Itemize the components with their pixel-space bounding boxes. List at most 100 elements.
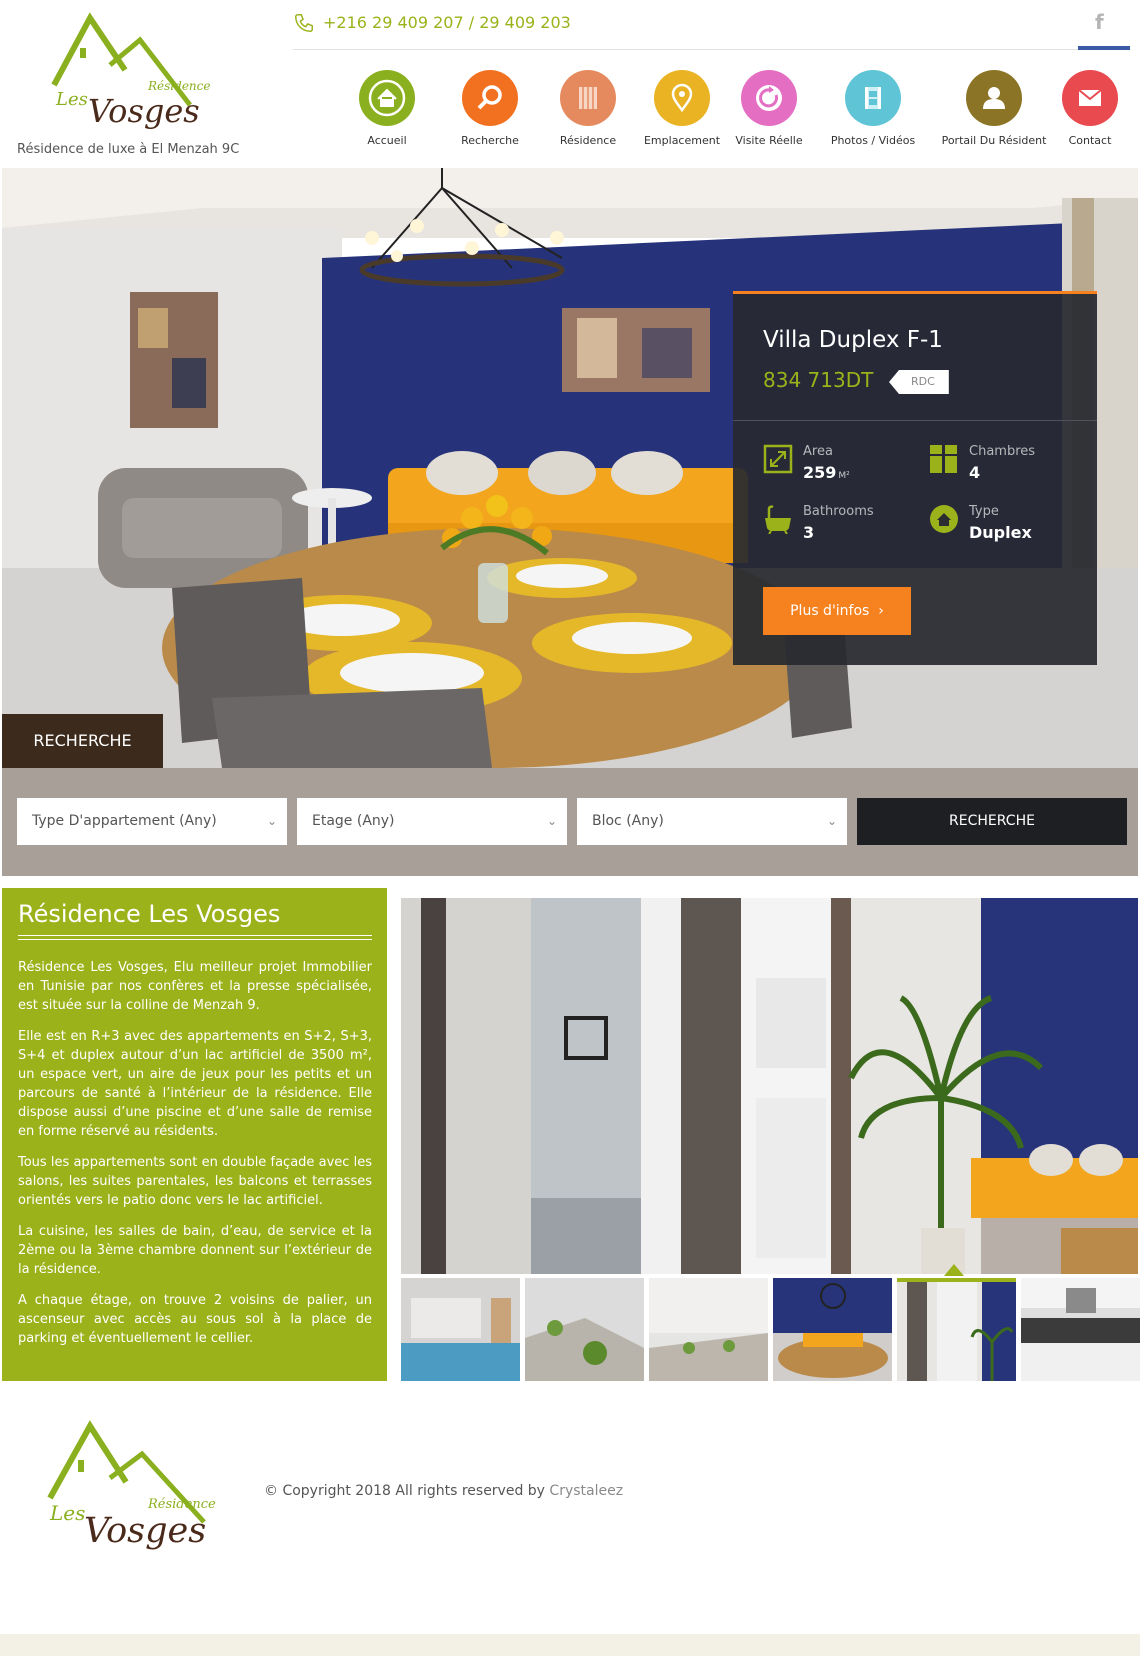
select-label: Type D'appartement (Any): [32, 813, 217, 829]
area-value: 259 M²: [803, 463, 850, 482]
property-card: Villa Duplex F-1 834 713DT RDC Area 259 M…: [733, 291, 1097, 665]
bathrooms-label: Bathrooms: [803, 504, 874, 519]
area-number: 259: [803, 463, 837, 482]
floor-select[interactable]: Etage (Any) ⌄: [297, 798, 567, 845]
about-paragraph: A chaque étage, on trouve 2 voisins de p…: [18, 1293, 372, 1346]
more-info-label: Plus d'infos: [790, 603, 870, 619]
spec-bathrooms: Bathrooms 3: [763, 504, 913, 548]
chevron-down-icon: ⌄: [546, 814, 557, 828]
logo-text-les: Les: [55, 89, 88, 110]
property-title: Villa Duplex F-1: [763, 327, 943, 353]
bottom-strip: [0, 1634, 1140, 1656]
chevron-down-icon: ⌄: [266, 814, 277, 828]
nav-label: Recherche: [461, 134, 519, 147]
map-pin-icon: [654, 70, 710, 126]
nav-label: Visite Réelle: [735, 134, 803, 147]
thumbnail-kitchen[interactable]: [1021, 1278, 1140, 1381]
thumbnail-pool[interactable]: [401, 1278, 520, 1381]
title-rule: [18, 935, 372, 936]
logo-text-main: Vosges: [84, 1511, 206, 1551]
phone-icon: [295, 14, 313, 32]
refresh-icon: [741, 70, 797, 126]
logo-text-main: Vosges: [88, 92, 200, 130]
about-title: Résidence Les Vosges: [18, 900, 281, 928]
nav-label: Contact: [1068, 134, 1112, 147]
thumbnail-garden[interactable]: [649, 1278, 768, 1381]
film-icon: [845, 70, 901, 126]
facebook-button[interactable]: f: [1078, 0, 1130, 50]
area-unit: M²: [838, 471, 850, 481]
footer-logo-graphic: Résidences Les Vosges: [47, 1420, 223, 1551]
about-text: Résidence Les Vosges, Elu meilleur proje…: [18, 958, 372, 1360]
nav-label: Portail Du Résident: [941, 134, 1047, 147]
area-label: Area: [803, 444, 833, 459]
thumbnail-dining[interactable]: [773, 1278, 892, 1381]
nav-item-portail-resident[interactable]: Portail Du Résident: [939, 70, 1049, 147]
thumbnail-hallway[interactable]: [897, 1278, 1016, 1381]
more-info-button[interactable]: Plus d'infos ›: [763, 587, 911, 635]
nav-item-accueil[interactable]: Accueil: [332, 70, 442, 147]
title-rule: [18, 939, 372, 940]
thumbnail-patio[interactable]: [525, 1278, 644, 1381]
about-paragraph: La cuisine, les salles de bain, d’eau, d…: [18, 1224, 372, 1277]
credit-link[interactable]: Crystaleez: [549, 1483, 623, 1499]
hero-slider: Villa Duplex F-1 834 713DT RDC Area 259 M…: [2, 168, 1138, 768]
type-label: Type: [969, 504, 999, 519]
search-tab[interactable]: RECHERCHE: [2, 714, 163, 768]
phone-number[interactable]: +216 29 409 207 / 29 409 203: [323, 13, 571, 32]
bathtub-icon: [765, 505, 791, 534]
type-value: Duplex: [969, 523, 1032, 542]
facebook-icon: f: [1095, 10, 1104, 34]
floor-badge: RDC: [889, 370, 949, 394]
contact-bar: +216 29 409 207 / 29 409 203 f: [293, 0, 1130, 50]
logo-text-les: Les: [49, 1501, 85, 1525]
logo-text-top: Résidences: [147, 1497, 216, 1512]
building-icon: [560, 70, 616, 126]
logo-text-top: Résidences: [147, 79, 210, 93]
nav-label: Accueil: [367, 134, 407, 147]
gallery-photo: [401, 898, 1138, 1274]
about-paragraph: Résidence Les Vosges, Elu meilleur proje…: [18, 960, 372, 1013]
nav-item-contact[interactable]: Contact: [1035, 70, 1140, 147]
chambres-value: 4: [969, 463, 981, 482]
gallery-main-image[interactable]: [401, 898, 1138, 1274]
rooms-icon: [930, 445, 957, 473]
nav-item-visite-reelle[interactable]: Visite Réelle: [714, 70, 824, 147]
home-icon: [359, 70, 415, 126]
spec-chambres: Chambres 4: [929, 444, 1079, 488]
property-price: 834 713DT: [763, 368, 874, 392]
area-icon: [763, 444, 793, 474]
chevron-down-icon: ⌄: [826, 814, 837, 828]
about-section: Résidence Les Vosges Résidence Les Vosge…: [2, 888, 387, 1381]
logo[interactable]: Résidences Les Vosges: [50, 10, 217, 140]
tagline: Résidence de luxe à El Menzah 9C: [17, 142, 240, 157]
house-type-icon: [930, 505, 958, 533]
search-button[interactable]: RECHERCHE: [857, 798, 1127, 845]
block-select[interactable]: Bloc (Any) ⌄: [577, 798, 847, 845]
about-paragraph: Elle est en R+3 avec des appartements en…: [18, 1029, 372, 1139]
spec-area: Area 259 M²: [763, 444, 913, 488]
select-label: Etage (Any): [312, 813, 395, 829]
user-icon: [966, 70, 1022, 126]
spec-type: Type Duplex: [929, 504, 1079, 548]
logo-graphic: Résidences Les Vosges: [51, 12, 217, 130]
card-divider: [733, 420, 1097, 421]
copyright-text: © Copyright 2018 All rights reserved by: [264, 1483, 545, 1499]
chambres-label: Chambres: [969, 444, 1036, 459]
search-icon: [462, 70, 518, 126]
select-label: Bloc (Any): [592, 813, 664, 829]
nav-label: Photos / Vidéos: [830, 134, 916, 147]
footer-logo[interactable]: Résidences Les Vosges: [44, 1420, 223, 1560]
site-header: Résidences Les Vosges Résidence de luxe …: [0, 0, 1140, 168]
chevron-right-icon: ›: [878, 603, 884, 619]
copyright: © Copyright 2018 All rights reserved by …: [264, 1483, 623, 1499]
mail-icon: [1062, 70, 1118, 126]
apartment-type-select[interactable]: Type D'appartement (Any) ⌄: [17, 798, 287, 845]
gallery-thumbnails: [401, 1278, 1140, 1381]
nav-item-photos-videos[interactable]: Photos / Vidéos: [818, 70, 928, 147]
about-paragraph: Tous les appartements sont en double faç…: [18, 1155, 372, 1208]
bathrooms-value: 3: [803, 523, 815, 542]
nav-item-recherche[interactable]: Recherche: [435, 70, 545, 147]
active-thumb-indicator: [944, 1264, 964, 1276]
search-bar: Type D'appartement (Any) ⌄ Etage (Any) ⌄…: [2, 768, 1138, 876]
